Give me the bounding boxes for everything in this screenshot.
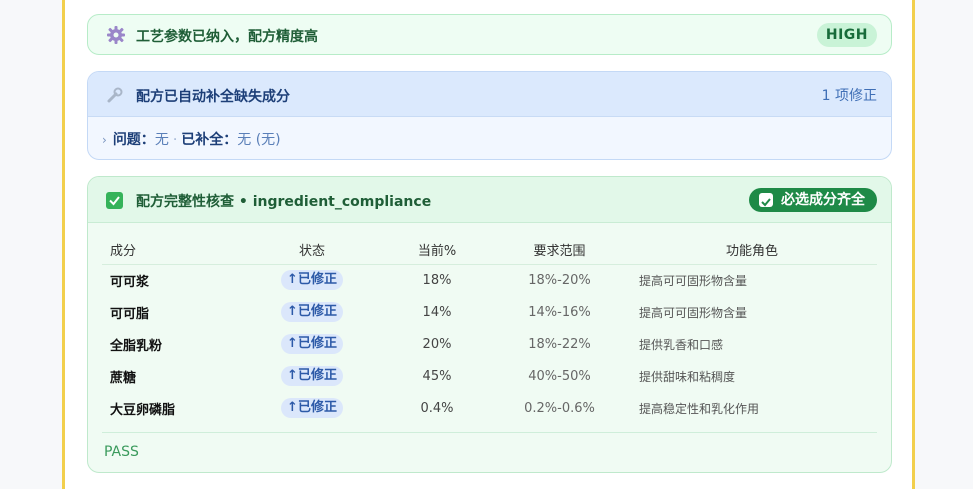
function-role: 提供乳香和口感 [639, 337, 724, 352]
issue-label: 问题： [112, 132, 155, 148]
filled-label: 已补全： [181, 132, 238, 148]
column-header: 状态 [242, 236, 382, 265]
current-percent: 18% [422, 272, 452, 288]
status-badge: ↑已修正 [281, 302, 343, 322]
table-row: 大豆卵磷脂 ↑已修正 0.4% 0.2%-0.6% 提高稳定性和乳化作用 [102, 392, 877, 424]
table-row: 可可浆 ↑已修正 18% 18%-20% 提高可可固形物含量 [102, 264, 877, 296]
required-range: 18%-20% [528, 272, 591, 288]
compliance-pill-label: 必选成分齐全 [781, 192, 865, 208]
compliance-result: PASS [104, 444, 139, 460]
table-row: 可可脂 ↑已修正 14% 14%-16% 提高可可固形物含量 [102, 296, 877, 328]
table-header-row: 成分 状态 当前% 要求范围 功能角色 [102, 236, 877, 265]
compliance-status-pill: 必选成分齐全 [749, 188, 877, 212]
current-percent: 14% [422, 304, 452, 320]
required-range: 40%-50% [528, 368, 591, 384]
column-header: 功能角色 [627, 236, 877, 265]
ingredient-name: 可可浆 [110, 274, 150, 290]
check-icon [759, 193, 773, 207]
ingredient-name: 大豆卵磷脂 [110, 402, 176, 418]
correction-count: 1 项修正 [821, 88, 877, 104]
compliance-title: 配方完整性核查 • ingredient_compliance [136, 194, 432, 210]
status-badge: ↑已修正 [281, 270, 343, 291]
wrench-icon [107, 87, 123, 103]
table-row: 蔗糖 ↑已修正 45% 40%-50% 提供甜味和粘稠度 [102, 360, 877, 392]
function-role: 提高可可固形物含量 [639, 305, 748, 320]
autofill-card: 配方已自动补全缺失成分 1 项修正 › 问题：无 · 已补全：无 (无) [87, 71, 892, 160]
status-badge: ↑已修正 [281, 366, 343, 386]
required-range: 14%-16% [528, 304, 591, 320]
function-role: 提高可可固形物含量 [639, 273, 748, 288]
ingredient-name: 可可脂 [110, 306, 150, 322]
function-role: 提高稳定性和乳化作用 [639, 401, 760, 416]
column-header: 成分 [102, 236, 242, 265]
current-percent: 45% [422, 368, 452, 384]
ingredient-name: 蔗糖 [110, 370, 137, 386]
compliance-card: 配方完整性核查 • ingredient_compliance 必选成分齐全 成… [87, 176, 892, 473]
gear-icon [107, 26, 125, 44]
filled-value: 无 (无) [237, 132, 281, 148]
required-range: 18%-22% [528, 336, 591, 352]
content-panel: 工艺参数已纳入，配方精度高 HIGH 配方已自动补全缺失成分 1 项修正 › 问题… [62, 0, 915, 489]
separator: · [172, 132, 178, 148]
issue-value: 无 [154, 132, 169, 148]
ingredient-name: 全脂乳粉 [110, 338, 163, 354]
table-row: 全脂乳粉 ↑已修正 20% 18%-22% 提供乳香和口感 [102, 328, 877, 360]
ingredient-table: 成分 状态 当前% 要求范围 功能角色 可可浆 ↑已修正 18% 18%-20%… [102, 236, 877, 424]
precision-badge: HIGH [816, 23, 877, 47]
status-badge: ↑已修正 [281, 334, 343, 354]
autofill-header[interactable]: 配方已自动补全缺失成分 1 项修正 [88, 72, 891, 117]
function-role: 提供甜味和粘稠度 [639, 369, 736, 384]
chevron-right-icon: › [102, 133, 107, 147]
banner-title: 工艺参数已纳入，配方精度高 [136, 29, 318, 45]
required-range: 0.2%-0.6% [524, 400, 595, 416]
autofill-title: 配方已自动补全缺失成分 [136, 89, 290, 105]
precision-banner: 工艺参数已纳入，配方精度高 HIGH [87, 14, 892, 55]
current-percent: 20% [422, 336, 452, 352]
column-header: 当前% [382, 236, 492, 265]
check-icon [106, 192, 123, 209]
autofill-detail[interactable]: › 问题：无 · 已补全：无 (无) [102, 129, 281, 149]
compliance-header: 配方完整性核查 • ingredient_compliance 必选成分齐全 [88, 177, 891, 223]
status-badge: ↑已修正 [281, 398, 343, 418]
column-header: 要求范围 [492, 236, 627, 265]
current-percent: 0.4% [420, 400, 454, 416]
divider [102, 432, 877, 433]
